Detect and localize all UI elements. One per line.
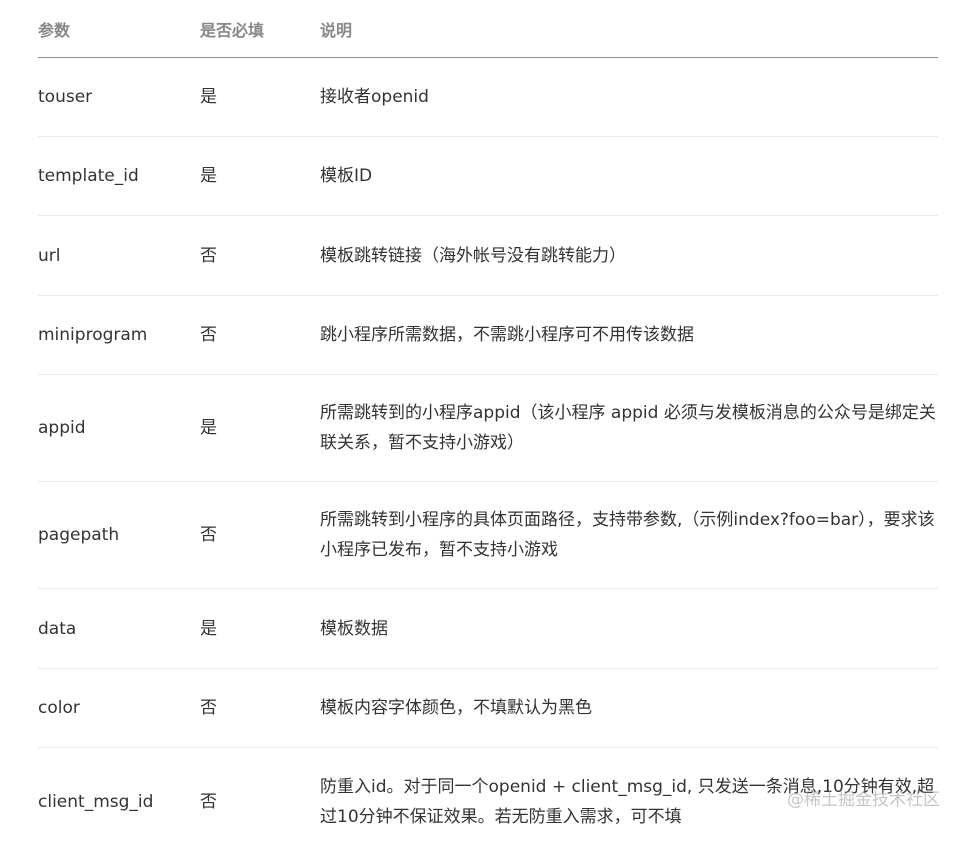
description-cell: 所需跳转到小程序的具体页面路径，支持带参数,（示例index?foo=bar），… xyxy=(320,482,940,588)
description-text: 所需跳转到的小程序appid（该小程序 appid 必须与发模板消息的公众号是绑… xyxy=(320,403,936,453)
table-row: appid 是 所需跳转到的小程序appid（该小程序 appid 必须与发模板… xyxy=(38,375,938,482)
required-cell: 否 xyxy=(200,245,217,266)
description-text: 所需跳转到小程序的具体页面路径，支持带参数,（示例index?foo=bar），… xyxy=(320,510,935,560)
description-cell: 跳小程序所需数据，不需跳小程序可不用传该数据 xyxy=(320,325,694,345)
required-cell: 是 xyxy=(200,87,217,107)
required-cell: 否 xyxy=(200,325,217,345)
param-cell: pagepath xyxy=(38,525,120,545)
table-row: color 否 模板内容字体颜色，不填默认为黑色 xyxy=(38,669,938,748)
required-cell: 是 xyxy=(200,418,217,438)
watermark: @稀土掘金技术社区 xyxy=(787,790,940,810)
header-param: 参数 xyxy=(38,21,71,40)
description-cell: 模板数据 xyxy=(320,618,388,639)
table-row: data 是 模板数据 xyxy=(38,589,938,669)
table-header: 参数 是否必填 说明 xyxy=(38,0,938,58)
table-row: template_id 是 模板ID xyxy=(38,137,938,216)
description-cell: 模板跳转链接（海外帐号没有跳转能力） xyxy=(320,245,626,266)
table-row: touser 是 接收者openid xyxy=(38,58,938,137)
required-cell: 否 xyxy=(200,792,217,812)
required-cell: 是 xyxy=(200,166,217,186)
description-cell: 模板内容字体颜色，不填默认为黑色 xyxy=(320,698,592,718)
header-required: 是否必填 xyxy=(200,21,265,40)
required-cell: 否 xyxy=(200,525,217,545)
param-cell: touser xyxy=(38,87,93,107)
table-row: miniprogram 否 跳小程序所需数据，不需跳小程序可不用传该数据 xyxy=(38,296,938,375)
param-cell: color xyxy=(38,698,80,718)
params-table: 参数 是否必填 说明 touser 是 接收者openid template_i… xyxy=(38,0,938,856)
param-cell: data xyxy=(38,618,77,639)
table-row: url 否 模板跳转链接（海外帐号没有跳转能力） xyxy=(38,216,938,296)
param-cell: template_id xyxy=(38,166,139,186)
table-row: pagepath 否 所需跳转到小程序的具体页面路径，支持带参数,（示例inde… xyxy=(38,482,938,589)
description-cell: 模板ID xyxy=(320,166,373,186)
description-cell: 接收者openid xyxy=(320,87,429,107)
header-description: 说明 xyxy=(320,21,353,40)
param-cell: miniprogram xyxy=(38,325,148,345)
param-cell: appid xyxy=(38,418,86,438)
param-cell: client_msg_id xyxy=(38,792,154,812)
required-cell: 否 xyxy=(200,698,217,718)
required-cell: 是 xyxy=(200,618,217,639)
description-cell: 所需跳转到的小程序appid（该小程序 appid 必须与发模板消息的公众号是绑… xyxy=(320,375,940,481)
param-cell: url xyxy=(38,245,61,266)
